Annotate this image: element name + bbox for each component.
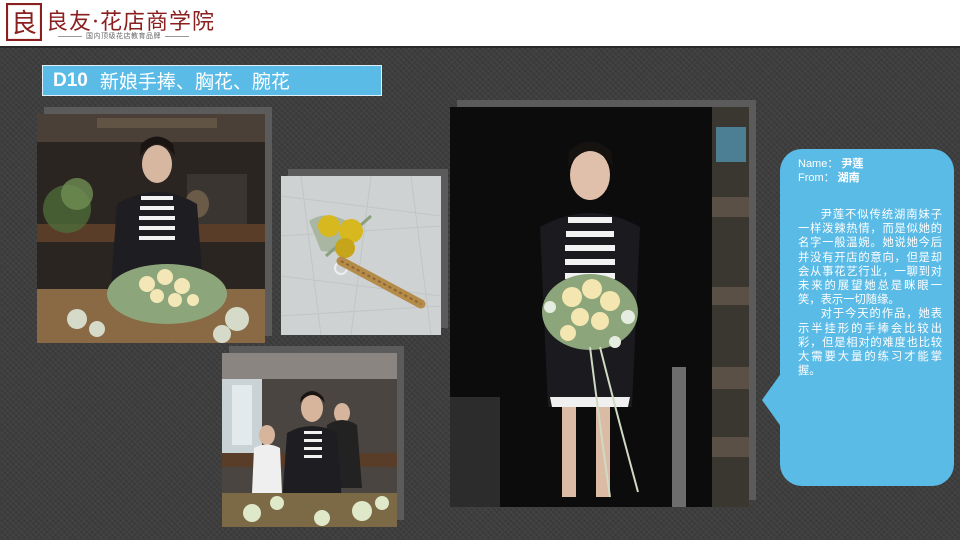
brand-tagline: 国内顶级花店教育品牌 xyxy=(54,31,193,41)
photo-boutonniere xyxy=(281,176,441,335)
slide: 良 良友·花店商学院 国内顶级花店教育品牌 D10 新娘手捧、胸花、腕花 Nam… xyxy=(0,0,960,540)
lesson-code: D10 xyxy=(53,69,88,91)
photo-arranging-bouquet xyxy=(37,114,265,343)
name-label: Name： xyxy=(798,158,839,170)
photo-workshop xyxy=(222,353,397,527)
profile-paragraph-2: 对于今天的作品，她表示半挂形的手捧会比较出彩，但是相对的难度也比较大需要大量的练… xyxy=(798,307,942,378)
from-label: From： xyxy=(798,172,835,184)
photo-portrait-bouquet xyxy=(450,107,749,507)
speech-bubble-tail xyxy=(762,372,782,428)
from-value: 湖南 xyxy=(837,171,860,184)
header: 良 良友·花店商学院 国内顶级花店教育品牌 xyxy=(0,0,960,48)
page-title-banner: D10 新娘手捧、胸花、腕花 xyxy=(42,65,382,96)
profile-content: Name： 尹莲 From： 湖南 尹莲不似传统湖南妹子一样泼辣热情，而是似她的名字… xyxy=(798,157,942,378)
from-row: From： 湖南 xyxy=(798,171,942,185)
logo-glyph: 良 xyxy=(11,9,37,39)
name-row: Name： 尹莲 xyxy=(798,157,942,171)
profile-paragraph-1: 尹莲不似传统湖南妹子一样泼辣热情，而是似她的名字一般温婉。她说她今后并没有开店的… xyxy=(798,208,942,307)
name-value: 尹莲 xyxy=(841,157,864,170)
page-title: 新娘手捧、胸花、腕花 xyxy=(99,71,290,93)
brand-logo-icon: 良 xyxy=(5,2,43,42)
profile-speech-bubble: Name： 尹莲 From： 湖南 尹莲不似传统湖南妹子一样泼辣热情，而是似她的名字… xyxy=(780,149,954,486)
